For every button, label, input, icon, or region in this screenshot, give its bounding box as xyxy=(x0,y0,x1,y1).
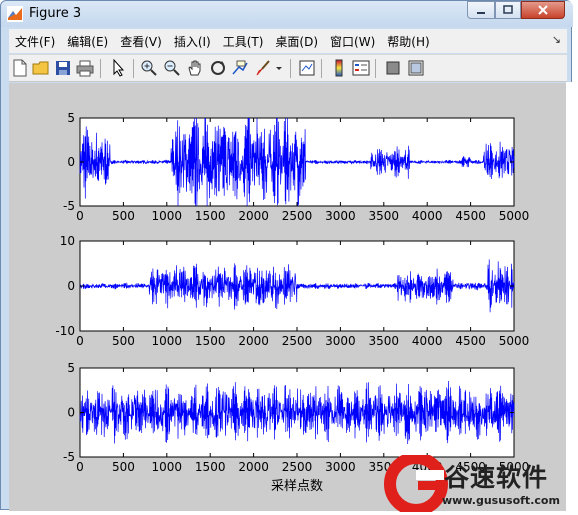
y-tick-label: 0 xyxy=(67,279,75,293)
x-tick-label: 1000 xyxy=(152,460,183,474)
hide-plot-tools-icon[interactable] xyxy=(384,59,402,77)
figure-window: Figure 3 文件(F) 编辑(E) 查看(V) 插入(I) 工具(T) 桌… xyxy=(0,0,573,511)
subplot-1: 0 500 1000 1500 2000 2500 3000 3500 4000 4500 5000… xyxy=(63,111,529,223)
x-tick-label: 4500 xyxy=(455,334,486,348)
y-tick-label: 0 xyxy=(67,406,75,420)
y-tick-label: -10 xyxy=(55,324,75,338)
menu-help[interactable]: 帮助(H) xyxy=(387,33,429,50)
watermark-text: 谷速软件 xyxy=(444,463,549,492)
x-tick-label: 1000 xyxy=(152,209,183,223)
x-tick-label: 0 xyxy=(76,209,84,223)
pointer-icon[interactable] xyxy=(110,59,128,77)
window-title: Figure 3 xyxy=(29,6,82,21)
toolbar-separator xyxy=(321,59,322,78)
x-tick-label: 5000 xyxy=(499,334,530,348)
menu-desktop[interactable]: 桌面(D) xyxy=(275,33,318,50)
x-tick-label: 3500 xyxy=(369,334,400,348)
link-plot-icon[interactable] xyxy=(298,59,316,77)
x-tick-label: 3000 xyxy=(325,209,356,223)
y-tick-label: 5 xyxy=(67,361,75,375)
new-figure-icon[interactable] xyxy=(11,59,29,77)
subplot-2: 0 500 1000 1500 2000 2500 3000 3500 4000 4500 5000… xyxy=(55,234,529,348)
axes-3-xlabel: 采样点数 xyxy=(271,479,323,494)
show-plot-tools-icon[interactable] xyxy=(407,59,425,77)
x-tick-label: 3500 xyxy=(369,209,400,223)
x-tick-label: 2500 xyxy=(282,209,313,223)
plots-svg: 0 500 1000 1500 2000 2500 3000 3500 4000 4500 5000… xyxy=(55,111,529,494)
maximize-button[interactable] xyxy=(495,1,521,19)
menu-window[interactable]: 窗口(W) xyxy=(330,33,375,50)
x-tick-label: 1000 xyxy=(152,334,183,348)
y-tick-label: 10 xyxy=(60,234,75,248)
figure-canvas: 0 500 1000 1500 2000 2500 3000 3500 4000 4500 5000… xyxy=(9,83,567,511)
menu-insert[interactable]: 插入(I) xyxy=(174,33,211,50)
x-tick-label: 1500 xyxy=(195,209,226,223)
toolbar-separator xyxy=(290,59,291,78)
menu-view[interactable]: 查看(V) xyxy=(120,33,162,50)
x-tick-label: 2000 xyxy=(238,209,269,223)
dock-arrow-icon[interactable]: ↘ xyxy=(552,33,561,46)
matlab-icon xyxy=(7,6,23,22)
watermark-url: www.gususoft.com xyxy=(442,494,560,507)
colorbar-icon[interactable] xyxy=(330,59,348,77)
y-tick-label: 0 xyxy=(67,155,75,169)
y-tick-label: -5 xyxy=(63,199,75,213)
x-tick-label: 5000 xyxy=(499,209,530,223)
x-tick-label: 4500 xyxy=(455,209,486,223)
brush-icon[interactable] xyxy=(254,59,272,77)
legend-icon[interactable] xyxy=(352,59,370,77)
menu-bar: 文件(F) 编辑(E) 查看(V) 插入(I) 工具(T) 桌面(D) 窗口(W… xyxy=(9,29,567,53)
x-tick-label: 4000 xyxy=(412,334,443,348)
y-tick-label: -5 xyxy=(63,450,75,464)
save-icon[interactable] xyxy=(54,59,72,77)
x-tick-label: 2500 xyxy=(282,334,313,348)
minimize-icon xyxy=(477,12,485,14)
maximize-icon xyxy=(503,5,513,14)
rotate-3d-icon[interactable] xyxy=(209,59,227,77)
x-tick-label: 500 xyxy=(112,460,135,474)
x-tick-label: 3000 xyxy=(325,334,356,348)
x-tick-label: 2500 xyxy=(282,460,313,474)
toolbar-separator xyxy=(100,59,101,78)
menu-edit[interactable]: 编辑(E) xyxy=(67,33,108,50)
x-tick-label: 500 xyxy=(112,209,135,223)
x-tick-label: 0 xyxy=(76,334,84,348)
x-tick-label: 1500 xyxy=(195,460,226,474)
figure-toolbar xyxy=(9,54,567,82)
print-icon[interactable] xyxy=(76,59,94,77)
y-tick-label: 5 xyxy=(67,111,75,125)
close-button[interactable] xyxy=(521,1,565,19)
zoom-in-icon[interactable] xyxy=(140,59,158,77)
open-file-icon[interactable] xyxy=(32,59,50,77)
x-tick-label: 4000 xyxy=(412,209,443,223)
data-cursor-icon[interactable] xyxy=(231,59,249,77)
x-tick-label: 500 xyxy=(112,334,135,348)
dropdown-icon[interactable] xyxy=(274,59,284,77)
background-page-edge xyxy=(566,82,578,512)
close-icon xyxy=(538,5,548,15)
x-tick-label: 2000 xyxy=(238,460,269,474)
minimize-button[interactable] xyxy=(467,1,495,19)
x-tick-label: 0 xyxy=(76,460,84,474)
toolbar-separator xyxy=(375,59,376,78)
menu-file[interactable]: 文件(F) xyxy=(15,33,55,50)
toolbar-separator xyxy=(133,59,134,78)
x-tick-label: 3000 xyxy=(325,460,356,474)
menu-tools[interactable]: 工具(T) xyxy=(223,33,264,50)
title-bar[interactable]: Figure 3 xyxy=(1,1,573,27)
x-tick-label: 2000 xyxy=(238,334,269,348)
zoom-out-icon[interactable] xyxy=(163,59,181,77)
pan-icon[interactable] xyxy=(186,59,204,77)
x-tick-label: 1500 xyxy=(195,334,226,348)
